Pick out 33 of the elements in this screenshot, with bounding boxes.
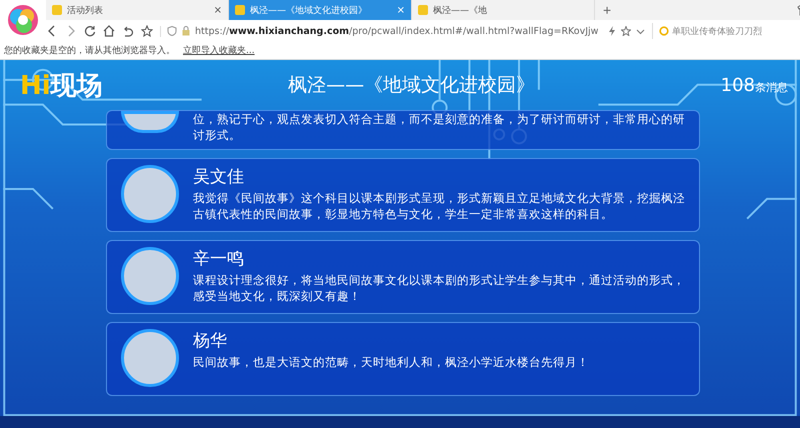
close-icon[interactable]: × — [396, 4, 405, 16]
favicon-icon — [52, 5, 62, 15]
message-text: 我觉得《民间故事》这个科目以课本剧形式呈现，形式新颖且立足地域文化大背景，挖掘枫泾古镇代表性的民间故事，彰显地方特色与文化，学生一定非常喜欢这样的科目。 — [193, 190, 686, 222]
new-tab-button[interactable]: + — [595, 0, 620, 20]
author-name: 吴文佳 — [193, 166, 245, 188]
lightning-icon[interactable] — [608, 26, 616, 36]
close-icon[interactable]: × — [214, 4, 222, 16]
reload-icon[interactable] — [84, 25, 96, 37]
favicon-icon — [418, 5, 428, 15]
wall-title: 枫泾——《地域文化进校园》 — [287, 73, 536, 98]
shield-icon — [167, 26, 177, 36]
message-text: 民间故事，也是大语文的范畴，天时地利人和，枫泾小学近水楼台先得月！ — [193, 354, 589, 370]
hi-xianchang-logo: Hi现场 — [20, 70, 103, 102]
favicon-icon — [235, 5, 245, 15]
author-name: 杨华 — [193, 330, 228, 352]
home-icon[interactable] — [103, 25, 115, 37]
bookmarks-notice: 您的收藏夹是空的，请从其他浏览器导入。 — [4, 44, 175, 57]
lock-icon — [182, 26, 190, 36]
browser-tab[interactable]: 枫泾——《地域文化进校园》 × — [229, 0, 412, 20]
browser-logo-icon[interactable] — [6, 3, 40, 37]
message-count: 108条消息 — [720, 74, 788, 96]
message-text: 位，熟记于心，观点发表切入符合主题，而不是刻意的准备，为了研讨而研讨，非常用心的研讨形式。 — [193, 111, 686, 143]
undo-icon[interactable] — [122, 25, 134, 37]
search-field[interactable]: 单职业传奇体验刀刀烈 — [652, 23, 800, 39]
star-icon[interactable] — [621, 26, 632, 36]
author-name: 辛一鸣 — [193, 248, 245, 270]
avatar-placeholder — [121, 111, 179, 133]
search-engine-icon — [659, 26, 670, 36]
message-text: 课程设计理念很好，将当地民间故事文化以课本剧的形式让学生参与其中，通过活动的形式，感受当地文化，既深刻又有趣！ — [193, 272, 686, 304]
import-bookmarks-link[interactable]: 立即导入收藏夹... — [183, 44, 255, 57]
chevron-down-icon[interactable] — [636, 26, 646, 36]
star-icon[interactable] — [141, 25, 153, 37]
address-bar-url[interactable]: https://www.hixianchang.com/pro/pcwall/index.html#/wall.html?wallFlag=RKovJjw — [195, 26, 598, 36]
